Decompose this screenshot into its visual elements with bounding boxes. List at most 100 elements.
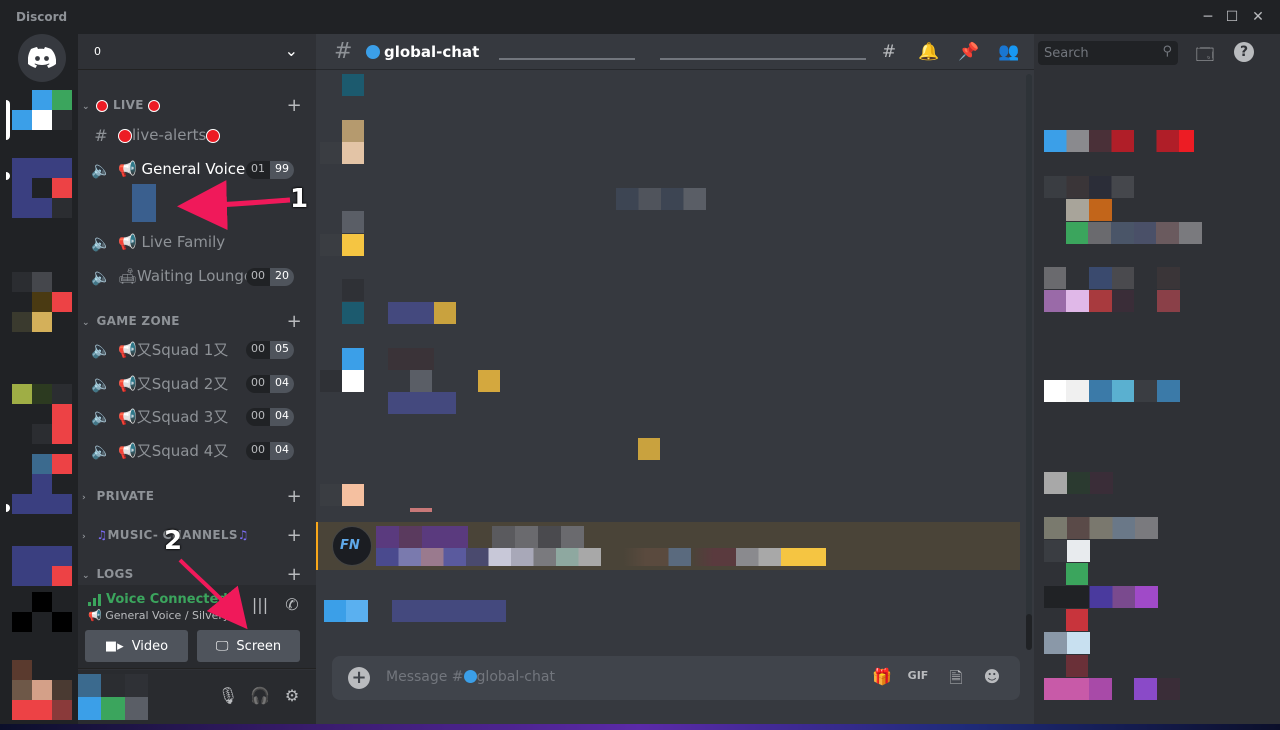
create-channel-icon[interactable]: + — [287, 564, 302, 585]
member-list-icon[interactable]: 👥 — [998, 42, 1020, 64]
signal-strength-icon[interactable] — [88, 594, 102, 606]
search-input[interactable]: Search ⚲ — [1038, 41, 1178, 65]
disconnect-call-icon[interactable]: ✆ — [280, 595, 304, 619]
message-content — [320, 142, 342, 164]
message-content — [616, 188, 706, 210]
headphones-icon[interactable]: 🎧 — [248, 686, 272, 710]
category-music[interactable]: › ♫MUSIC- CHANNELS♫ + — [82, 525, 308, 548]
member-row[interactable] — [1044, 678, 1180, 700]
category-live[interactable]: ⌄ LIVE + — [82, 95, 308, 118]
message-avatar[interactable] — [342, 120, 364, 142]
member-row[interactable] — [1066, 609, 1088, 631]
notification-bell-icon[interactable]: 🔔 — [918, 42, 940, 64]
maximize-button[interactable]: ☐ — [1220, 6, 1244, 28]
message-content — [320, 370, 342, 392]
category-private[interactable]: › PRIVATE + — [82, 486, 308, 509]
message-avatar[interactable] — [342, 348, 364, 370]
video-button[interactable]: ■▸ Video — [85, 630, 188, 662]
voice-user-counter: 00 04 — [246, 442, 294, 460]
channel-live-family[interactable]: 🔈 📢 Live Family — [90, 227, 308, 257]
channel-waiting-lounge[interactable]: 🔈 🛋Waiting Lounge... 00 20 — [90, 261, 308, 291]
message-avatar[interactable] — [342, 279, 364, 301]
server-icon[interactable] — [12, 384, 72, 444]
create-channel-icon[interactable]: + — [287, 95, 302, 116]
message-avatar[interactable] — [342, 370, 364, 392]
member-row[interactable] — [1044, 472, 1136, 494]
close-button[interactable]: ✕ — [1246, 6, 1270, 28]
voice-status[interactable]: Voice Connected — [106, 592, 228, 607]
emoji-picker-icon[interactable]: ☻ — [980, 667, 1004, 689]
member-row[interactable] — [1044, 290, 1180, 312]
channel-topic[interactable] — [499, 58, 635, 60]
server-icon[interactable] — [12, 158, 72, 218]
channel-live-alerts[interactable]: # live-alerts — [90, 120, 308, 150]
minimize-button[interactable]: ─ — [1196, 6, 1220, 28]
user-avatar[interactable] — [78, 674, 148, 720]
highlighted-message[interactable]: FN — [316, 522, 1020, 570]
voice-location[interactable]: 📢 General Voice / Silvery ... — [88, 609, 243, 622]
chat-scrollbar[interactable] — [1026, 74, 1032, 650]
message-avatar[interactable] — [342, 302, 364, 324]
message-input[interactable]: Message # global-chat — [386, 669, 555, 685]
channel-squad-4[interactable]: 🔈 📢又Squad 4又 00 04 — [90, 435, 308, 465]
server-icon[interactable] — [12, 454, 72, 514]
member-row[interactable] — [1044, 540, 1090, 562]
member-row[interactable] — [1044, 632, 1090, 654]
message-avatar[interactable] — [342, 142, 364, 164]
gif-button[interactable]: GIF — [906, 669, 930, 691]
voice-user-avatar[interactable] — [132, 184, 156, 222]
scrollbar-thumb[interactable] — [1026, 614, 1032, 650]
inbox-icon[interactable]: 🗔 — [1194, 42, 1216, 65]
category-logs[interactable]: ⌄ LOGS + — [82, 564, 308, 587]
message-avatar[interactable]: FN — [332, 526, 372, 566]
message-avatar[interactable] — [342, 484, 364, 506]
member-row[interactable] — [1066, 655, 1088, 677]
channel-topic[interactable] — [660, 58, 866, 60]
create-channel-icon[interactable]: + — [287, 486, 302, 507]
gift-icon[interactable]: 🎁 — [870, 667, 894, 689]
category-game-zone[interactable]: ⌄ GAME ZONE + — [82, 311, 308, 334]
server-icon[interactable] — [12, 592, 72, 652]
channel-squad-3[interactable]: 🔈 📢又Squad 3又 00 04 — [90, 401, 308, 431]
member-row[interactable] — [1044, 176, 1134, 198]
create-channel-icon[interactable]: + — [287, 525, 302, 546]
voice-user-counter: 00 04 — [246, 375, 294, 393]
microphone-icon[interactable]: 🎙 — [216, 686, 240, 710]
message-avatar[interactable] — [324, 600, 368, 622]
screen-share-button[interactable]: 🖵 Screen — [197, 630, 300, 662]
guild-header[interactable]: 0 ⌄ — [78, 34, 316, 70]
message-avatar[interactable] — [342, 234, 364, 256]
channel-squad-1[interactable]: 🔈 📢又Squad 1又 00 05 — [90, 334, 308, 364]
member-row[interactable] — [1044, 380, 1180, 402]
noise-suppression-icon[interactable]: ||| — [248, 595, 272, 619]
channel-general-voice[interactable]: 🔈 📢 General Voice 01 99 — [90, 154, 308, 184]
server-icon[interactable] — [12, 272, 72, 332]
member-row[interactable] — [1044, 517, 1158, 539]
pinned-messages-icon[interactable]: 📌 — [958, 42, 980, 64]
member-row[interactable] — [1044, 130, 1194, 152]
threads-icon[interactable]: # — [878, 42, 900, 64]
message-avatar[interactable] — [342, 211, 364, 233]
discord-home-button[interactable] — [18, 34, 66, 82]
message-avatar[interactable] — [342, 74, 364, 96]
settings-gear-icon[interactable]: ⚙ — [280, 686, 304, 710]
member-row[interactable] — [1066, 199, 1112, 221]
help-icon[interactable]: ? — [1234, 42, 1254, 62]
server-icon[interactable] — [12, 90, 72, 150]
attach-plus-icon[interactable]: + — [348, 667, 370, 689]
message-author[interactable] — [376, 526, 468, 548]
server-icon[interactable] — [12, 660, 72, 720]
chevron-down-icon[interactable]: ⌄ — [285, 41, 298, 60]
discord-logo-icon — [28, 47, 56, 68]
create-channel-icon[interactable]: + — [287, 311, 302, 332]
app-title: Discord — [16, 10, 68, 24]
member-row[interactable] — [1044, 586, 1158, 608]
member-row[interactable] — [1066, 563, 1088, 585]
member-row[interactable] — [1044, 267, 1180, 289]
message-composer[interactable]: + Message # global-chat 🎁 GIF 🗎 ☻ — [332, 656, 1020, 700]
globe-emoji — [366, 45, 380, 59]
megaphone-emoji: 📢 — [88, 609, 106, 622]
member-row[interactable] — [1066, 222, 1202, 244]
sticker-icon[interactable]: 🗎 — [944, 667, 968, 689]
channel-squad-2[interactable]: 🔈 📢又Squad 2又 00 04 — [90, 368, 308, 398]
